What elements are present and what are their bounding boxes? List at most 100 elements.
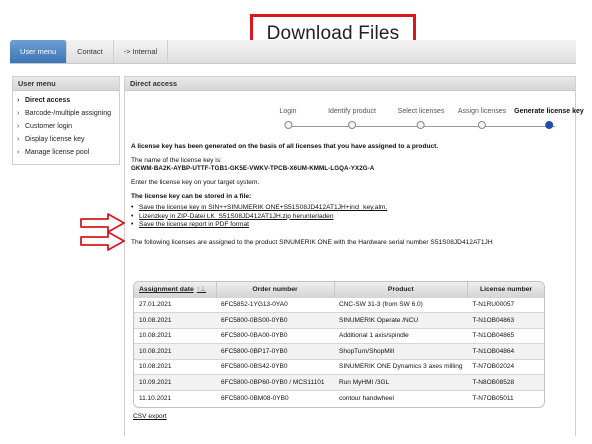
table-header-row: Assignment date ↑⊥ Order number Product L… (134, 282, 544, 297)
sidebar-title: User menu (13, 77, 119, 91)
cell-product: ShopTurn/ShopMill (334, 343, 468, 359)
sort-icon[interactable]: ↑⊥ (197, 286, 206, 293)
sidebar-item-label: Customer login (25, 123, 73, 130)
cell-license-number: T-N8OB08528 (467, 374, 544, 390)
sidebar-item-display-license-key[interactable]: › Display license key (13, 133, 119, 146)
cell-product: Run MyHMI /3GL (334, 374, 468, 390)
key-name-label: The name of the license key is: (131, 157, 222, 164)
tab-user-menu[interactable]: User menu (10, 40, 68, 63)
assigned-message: The following licenses are assigned to t… (131, 238, 493, 246)
download-pdf-link-item: • Save the license report in PDF format (131, 221, 571, 230)
cell-date: 27.01.2021 (134, 296, 216, 313)
bullet-icon: • (131, 212, 134, 220)
enter-key-message: Enter the license key on your target sys… (131, 179, 260, 186)
step-label: Select licenses (397, 108, 445, 115)
cell-license-number: T-N1OB04863 (467, 312, 544, 328)
step-login: Login (279, 108, 297, 129)
cell-date: 10.09.2021 (134, 374, 216, 390)
chevron-right-icon: › (17, 136, 20, 143)
bullet-icon: • (131, 204, 134, 211)
cell-product: Additional 1 axis/spindle (334, 327, 468, 344)
step-generate-license-key: Generate license key (514, 108, 584, 129)
csv-export-link[interactable]: CSV export (133, 413, 167, 420)
cell-order-number: 6FC5800-0BP17-0YB0 (216, 343, 334, 359)
cell-product: contour handwheel (334, 389, 468, 406)
progress-steps: Login Identify product Select licenses A… (273, 95, 584, 135)
download-alm-link[interactable]: Save the license key in SIN++SINUMERIK O… (139, 204, 387, 213)
cell-license-number: T-N1OB04865 (467, 327, 544, 344)
step-dot (283, 121, 292, 129)
step-label: Assign licenses (457, 108, 507, 115)
cell-license-number: T-N1RU00057 (467, 296, 544, 313)
step-dot (416, 121, 425, 129)
table-row: 10.09.2021 6FC5800-0BP60-0YB0 / MCS11101… (134, 374, 544, 390)
chevron-right-icon: › (17, 110, 20, 117)
download-zip-link[interactable]: Lizenzkey in ZIP-Datei LK_S51S08JD412AT1… (139, 213, 334, 222)
cell-order-number: 6FC5852-1YG13-0YA0 (216, 296, 334, 313)
sidebar-item-barcode[interactable]: › Barcode-/multiple assigning (13, 107, 119, 120)
cell-product: SINUMERIK ONE Dynamics 3 axes milling (334, 358, 468, 375)
download-pdf-link[interactable]: Save the license report in PDF format (139, 221, 249, 230)
cell-order-number: 6FC5800-0BS00-0YB0 (216, 312, 334, 328)
cell-date: 10.08.2021 (134, 358, 216, 375)
table-row: 11.10.2021 6FC5800-0BM08-0YB0 contour ha… (134, 389, 544, 406)
tab-contact[interactable]: Contact (67, 40, 114, 63)
download-zip-link-item: • Lizenzkey in ZIP-Datei LK_S51S08JD412A… (131, 213, 571, 222)
sidebar: User menu › Direct access › Barcode-/mul… (12, 76, 120, 165)
main-panel-title: Direct access (125, 77, 575, 91)
sidebar-item-label: Manage license pool (25, 149, 90, 156)
table-row: 10.08.2021 6FC5800-0BS42-0YB0 SINUMERIK … (134, 358, 544, 375)
tab-internal[interactable]: -> Internal (114, 40, 169, 63)
step-dot (348, 121, 356, 129)
sidebar-item-label: Barcode-/multiple assigning (25, 110, 111, 117)
column-license-number: License number (467, 282, 544, 297)
sidebar-item-manage-license-pool[interactable]: › Manage license pool (13, 146, 119, 159)
cell-order-number: 6FC5800-0BA00-0YB0 (216, 327, 334, 344)
step-dot (478, 121, 486, 129)
table-row: 27.01.2021 6FC5852-1YG13-0YA0 CNC-SW 31-… (134, 296, 544, 313)
download-links: • Save the license key in SIN++SINUMERIK… (131, 204, 571, 230)
stored-heading: The license key can be stored in a file: (131, 193, 252, 200)
license-key-value: GKWM-BA2K-AYBP-UTTF-TGB1-GK5E-VWKV-TPCB-… (131, 165, 375, 172)
cell-product: CNC-SW 31-3 (from SW 6.0) (334, 296, 468, 313)
cell-license-number: T-N7OB05011 (467, 389, 544, 406)
table-row: 10.08.2021 6FC5800-0BP17-0YB0 ShopTurn/S… (134, 343, 544, 359)
cell-date: 10.08.2021 (134, 327, 216, 344)
cell-order-number: 6FC5800-0BP60-0YB0 / MCS11101 (216, 374, 334, 390)
table-row: 10.08.2021 6FC5800-0BS00-0YB0 SINUMERIK … (134, 312, 544, 328)
step-assign-licenses: Assign licenses (458, 108, 506, 129)
cell-date: 10.08.2021 (134, 343, 216, 359)
cell-order-number: 6FC5800-0BM08-0YB0 (216, 389, 334, 406)
chevron-right-icon: › (17, 123, 20, 130)
content-area: A license key has been generated on the … (131, 143, 571, 253)
step-label: Generate license key (514, 108, 584, 115)
table-row: 10.08.2021 6FC5800-0BA00-0YB0 Additional… (134, 327, 544, 344)
column-product: Product (334, 282, 469, 297)
cell-license-number: T-N7OB02024 (467, 358, 544, 375)
sidebar-item-direct-access[interactable]: › Direct access (13, 94, 119, 107)
step-select-licenses: Select licenses (397, 108, 445, 129)
red-arrow-icon (80, 213, 125, 233)
sidebar-item-label: Display license key (25, 136, 85, 143)
column-order-number: Order number (216, 282, 335, 297)
step-label: Identify product (328, 108, 376, 115)
chevron-right-icon: › (17, 149, 20, 156)
main-panel: Direct access Login Identify product Sel… (124, 76, 584, 436)
generated-message: A license key has been generated on the … (131, 143, 439, 150)
step-dot-current (545, 121, 553, 129)
bullet-icon: • (131, 221, 134, 228)
license-table: Assignment date ↑⊥ Order number Product L… (133, 281, 545, 408)
red-arrow-icon (80, 231, 125, 251)
chevron-right-icon: › (17, 97, 20, 104)
column-assignment-date[interactable]: Assignment date ↑⊥ (134, 282, 217, 297)
step-identify-product: Identify product (328, 108, 376, 129)
cell-order-number: 6FC5800-0BS42-0YB0 (216, 358, 334, 375)
cell-date: 11.10.2021 (134, 389, 216, 406)
cell-date: 10.08.2021 (134, 312, 216, 328)
top-navigation: User menu Contact -> Internal (10, 40, 576, 64)
sidebar-item-label: Direct access (25, 97, 71, 104)
step-label: Login (279, 108, 297, 115)
download-alm-link-item: • Save the license key in SIN++SINUMERIK… (131, 204, 571, 213)
sidebar-item-customer-login[interactable]: › Customer login (13, 120, 119, 133)
cell-license-number: T-N1OB04864 (467, 343, 544, 359)
